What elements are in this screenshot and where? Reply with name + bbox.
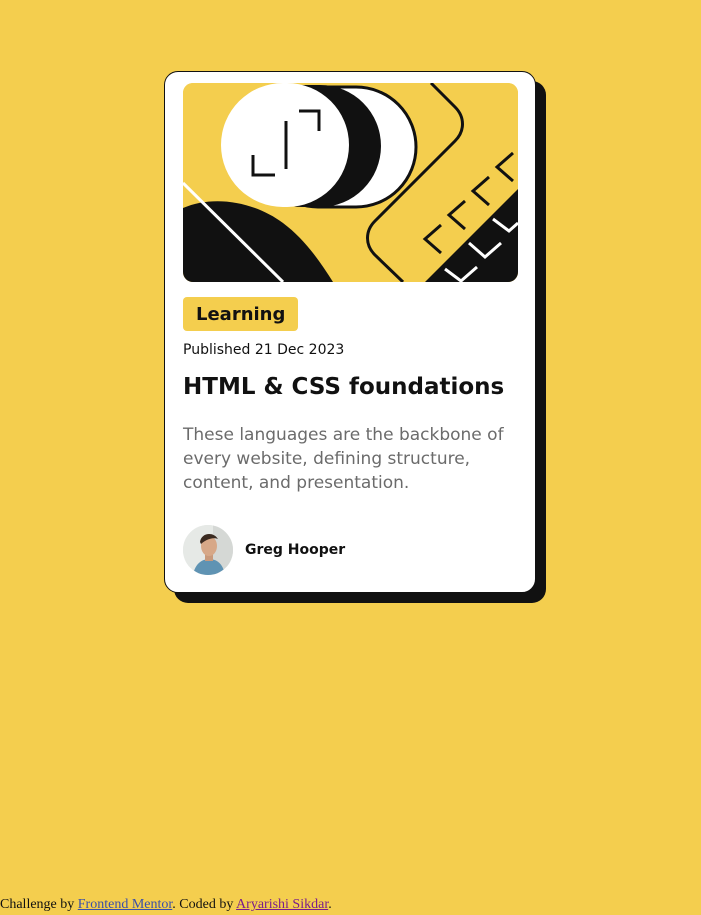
attribution: Challenge by Frontend Mentor. Coded by A… — [0, 897, 332, 913]
hero-illustration — [183, 83, 518, 282]
card-title[interactable]: HTML & CSS foundations — [183, 372, 523, 402]
author-name: Greg Hooper — [245, 542, 346, 558]
attribution-suffix: . — [328, 897, 332, 912]
category-tag: Learning — [183, 297, 299, 331]
attribution-prefix: Challenge by — [0, 897, 78, 912]
published-date: Published 21 Dec 2023 — [183, 342, 345, 358]
frontend-mentor-link[interactable]: Frontend Mentor — [78, 897, 173, 912]
author-link[interactable]: Aryarishi Sikdar — [236, 897, 328, 912]
avatar — [183, 525, 233, 575]
card-description: These languages are the backbone of ever… — [183, 425, 504, 493]
attribution-middle: . Coded by — [172, 897, 237, 912]
author: Greg Hooper — [183, 525, 345, 575]
blog-card: Learning Published 21 Dec 2023 HTML & CS… — [164, 71, 536, 593]
